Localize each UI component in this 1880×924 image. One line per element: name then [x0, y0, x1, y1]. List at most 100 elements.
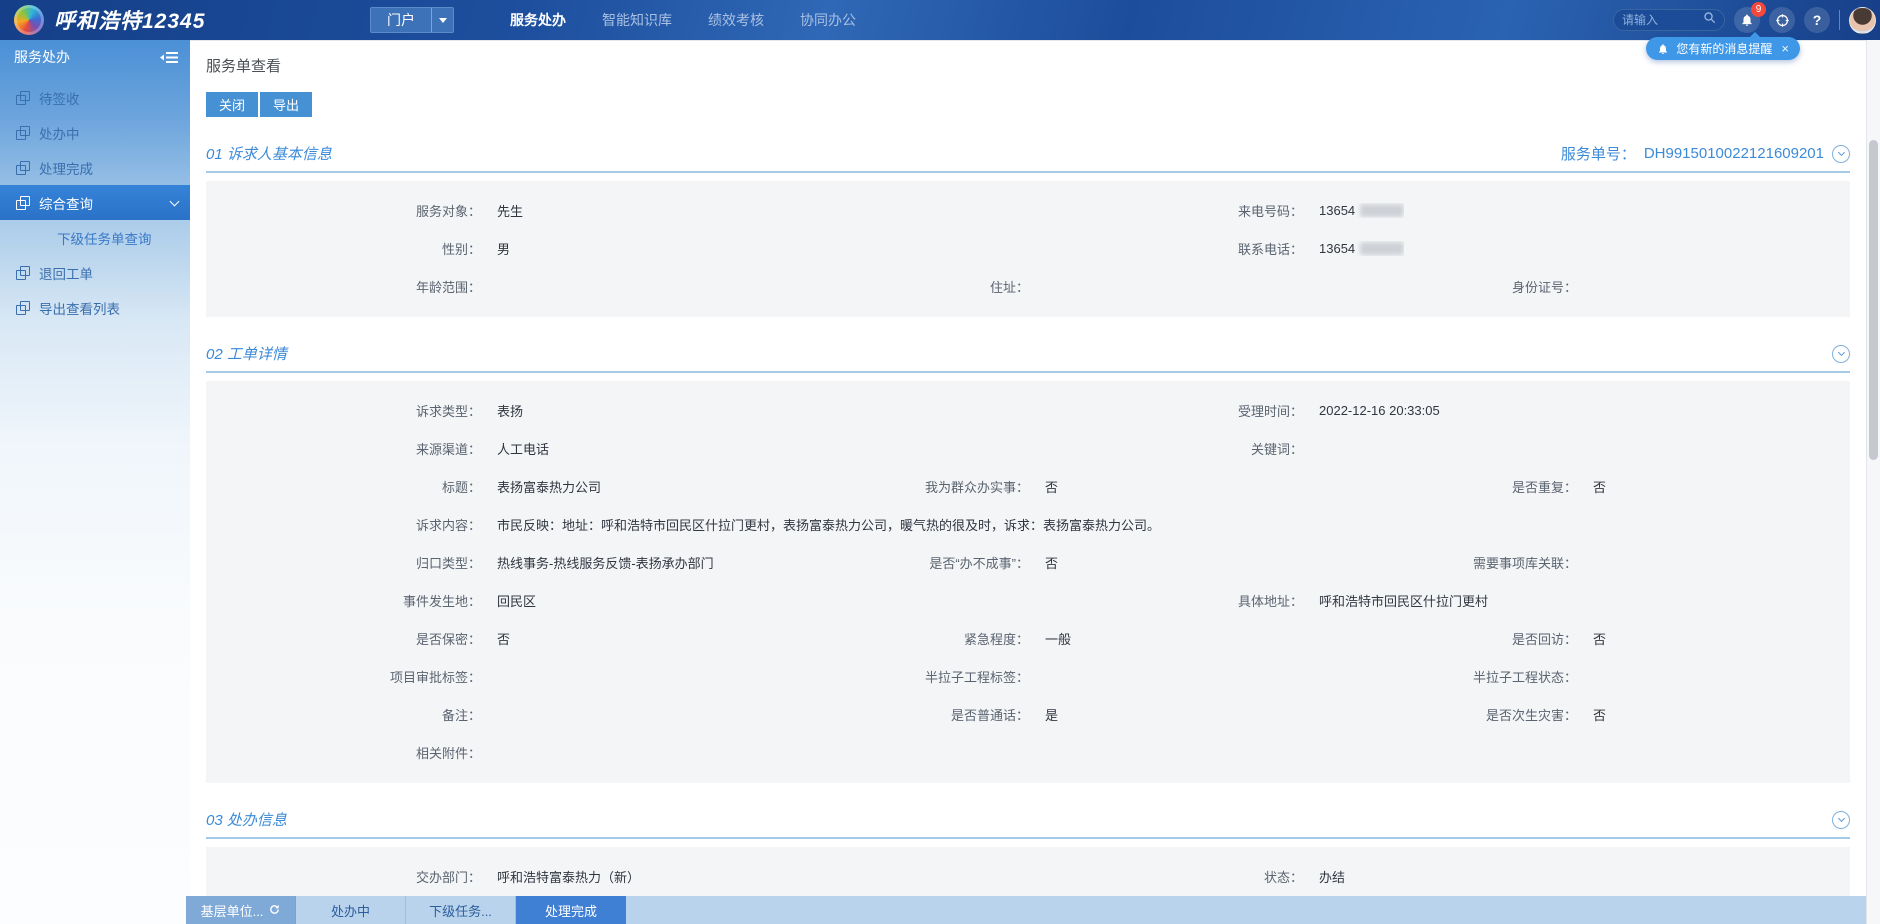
- copy-icon: [16, 161, 30, 175]
- form-field: 备注：: [206, 705, 754, 724]
- field-label: 是否保密：: [206, 629, 481, 648]
- field-value: 13654: [1319, 203, 1404, 218]
- refresh-icon[interactable]: [269, 903, 280, 918]
- bottom-tab-label: 处理完成: [545, 901, 597, 920]
- close-button[interactable]: 关闭: [206, 92, 258, 117]
- chevron-down-icon: [1837, 815, 1844, 822]
- field-label: 半拉子工程状态：: [1302, 667, 1577, 686]
- nav-item-2[interactable]: 绩效考核: [708, 10, 764, 30]
- header-right: 9 ?: [1613, 7, 1880, 34]
- section-2: 02 工单详情诉求类型：表扬受理时间：2022-12-16 20:33:05来源…: [206, 343, 1850, 783]
- form-row: 诉求类型：表扬受理时间：2022-12-16 20:33:05: [206, 391, 1850, 429]
- caret-down-icon: [439, 18, 447, 23]
- sidebar-item-5[interactable]: 退回工单: [0, 255, 190, 290]
- sidebar-item-3[interactable]: 综合查询: [0, 185, 190, 220]
- field-label: 归口类型：: [206, 553, 481, 572]
- field-value: 市民反映：地址：呼和浩特市回民区什拉门更村，表扬富泰热力公司，暖气热的很及时，诉…: [497, 515, 1160, 534]
- form-row: 标题：表扬富泰热力公司我为群众办实事：否是否重复：否: [206, 467, 1850, 505]
- top-nav: 服务处办 智能知识库 绩效考核 协同办公: [510, 10, 856, 30]
- form-field: 来源渠道：人工电话: [206, 439, 1028, 458]
- chevron-down-icon: [170, 196, 180, 206]
- field-value: 否: [1593, 477, 1606, 496]
- user-avatar[interactable]: [1849, 7, 1876, 34]
- logo: 呼和浩特12345: [14, 5, 370, 35]
- bottom-task-bar: 基层单位... 处办中 下级任务... 处理完成: [186, 896, 1866, 924]
- search-icon[interactable]: [1703, 11, 1716, 29]
- form-field: 受理时间：2022-12-16 20:33:05: [1028, 401, 1850, 420]
- toast-text: 您有新的消息提醒: [1676, 40, 1772, 57]
- bottom-tab-label: 下级任务...: [429, 901, 492, 920]
- collapse-section-icon[interactable]: [1832, 345, 1850, 363]
- bottom-tab-0[interactable]: 基层单位...: [186, 896, 296, 924]
- section-header: 03 处办信息: [206, 809, 1850, 839]
- section-header: 01 诉求人基本信息服务单号：DH9915010022121609201: [206, 143, 1850, 173]
- form-field: 是否重复：否: [1302, 477, 1850, 496]
- bottom-tab-label: 基层单位...: [201, 901, 264, 920]
- sidebar-item-6[interactable]: 导出查看列表: [0, 290, 190, 325]
- field-label: 状态：: [1028, 867, 1303, 886]
- form-row: 相关附件：: [206, 733, 1850, 771]
- nav-item-1[interactable]: 智能知识库: [602, 10, 672, 30]
- nav-item-0[interactable]: 服务处办: [510, 10, 566, 30]
- collapse-section-icon[interactable]: [1832, 811, 1850, 829]
- section-title: 03 处办信息: [206, 809, 287, 830]
- sidebar-item-label: 处理完成: [39, 158, 93, 178]
- form-row: 备注：是否普通话：是是否次生灾害：否: [206, 695, 1850, 733]
- form-row: 来源渠道：人工电话关键词：: [206, 429, 1850, 467]
- form-row: 归口类型：热线事务-热线服务反馈-表扬承办部门是否“办不成事”：否需要事项库关联…: [206, 543, 1850, 581]
- form-field: 是否回访：否: [1302, 629, 1850, 648]
- compass-icon[interactable]: [1769, 7, 1795, 33]
- bottom-tab-2[interactable]: 下级任务...: [406, 896, 516, 924]
- sidebar-item-label: 退回工单: [39, 263, 93, 283]
- field-value: 呼和浩特富泰热力（新）: [497, 867, 640, 886]
- logo-text: 呼和浩特12345: [54, 5, 205, 35]
- form-field: 住址：: [754, 277, 1302, 296]
- portal-dropdown-caret[interactable]: [431, 8, 453, 32]
- field-value: 热线事务-热线服务反馈-表扬承办部门: [497, 553, 714, 572]
- field-label: 受理时间：: [1028, 401, 1303, 420]
- copy-icon: [16, 126, 30, 140]
- form-field: 身份证号：: [1302, 277, 1850, 296]
- masked-digits: [1360, 242, 1404, 255]
- bottom-tab-label: 处办中: [331, 901, 370, 920]
- sidebar-menu: 待签收处办中处理完成综合查询下级任务单查询退回工单导出查看列表: [0, 74, 190, 325]
- sidebar-item-4[interactable]: 下级任务单查询: [0, 220, 190, 255]
- header-search[interactable]: [1613, 9, 1725, 31]
- sidebar-item-1[interactable]: 处办中: [0, 115, 190, 150]
- order-number-value: DH9915010022121609201: [1644, 145, 1824, 162]
- sidebar-collapse-icon[interactable]: [160, 51, 178, 64]
- masked-digits: [1360, 204, 1404, 217]
- scrollbar-thumb[interactable]: [1869, 140, 1878, 460]
- field-label: 诉求类型：: [206, 401, 481, 420]
- sidebar-item-0[interactable]: 待签收: [0, 80, 190, 115]
- field-label: 项目审批标签：: [206, 667, 481, 686]
- field-value: 表扬富泰热力公司: [497, 477, 601, 496]
- help-icon[interactable]: ?: [1804, 7, 1830, 33]
- notifications-bell-icon[interactable]: 9: [1734, 7, 1760, 33]
- toast-close-icon[interactable]: ×: [1781, 41, 1789, 56]
- field-value: 否: [1593, 705, 1606, 724]
- section-header-right: [1832, 345, 1850, 363]
- field-value: 人工电话: [497, 439, 549, 458]
- collapse-section-icon[interactable]: [1832, 145, 1850, 163]
- sidebar-item-label: 导出查看列表: [39, 298, 120, 318]
- search-input[interactable]: [1622, 13, 1703, 27]
- nav-item-3[interactable]: 协同办公: [800, 10, 856, 30]
- bottom-tab-3[interactable]: 处理完成: [516, 896, 626, 924]
- section-title: 01 诉求人基本信息: [206, 143, 332, 164]
- field-value: 否: [1045, 477, 1058, 496]
- export-button[interactable]: 导出: [260, 92, 312, 117]
- bottom-tab-1[interactable]: 处办中: [296, 896, 406, 924]
- top-header: 呼和浩特12345 门户 服务处办 智能知识库 绩效考核 协同办公 9 ?: [0, 0, 1880, 40]
- field-value: 否: [497, 629, 510, 648]
- portal-button[interactable]: 门户: [370, 7, 454, 33]
- section-1: 01 诉求人基本信息服务单号：DH9915010022121609201服务对象…: [206, 143, 1850, 317]
- section-header: 02 工单详情: [206, 343, 1850, 373]
- section-header-right: [1832, 811, 1850, 829]
- app-root: 呼和浩特12345 门户 服务处办 智能知识库 绩效考核 协同办公 9 ?: [0, 0, 1880, 924]
- sidebar-item-2[interactable]: 处理完成: [0, 150, 190, 185]
- sidebar: 服务处办 待签收处办中处理完成综合查询下级任务单查询退回工单导出查看列表: [0, 40, 190, 924]
- form-row: 诉求内容：市民反映：地址：呼和浩特市回民区什拉门更村，表扬富泰热力公司，暖气热的…: [206, 505, 1850, 543]
- vertical-scrollbar[interactable]: [1866, 40, 1880, 924]
- form-field: 归口类型： 热线事务-热线服务反馈-表扬承办部门: [206, 553, 754, 572]
